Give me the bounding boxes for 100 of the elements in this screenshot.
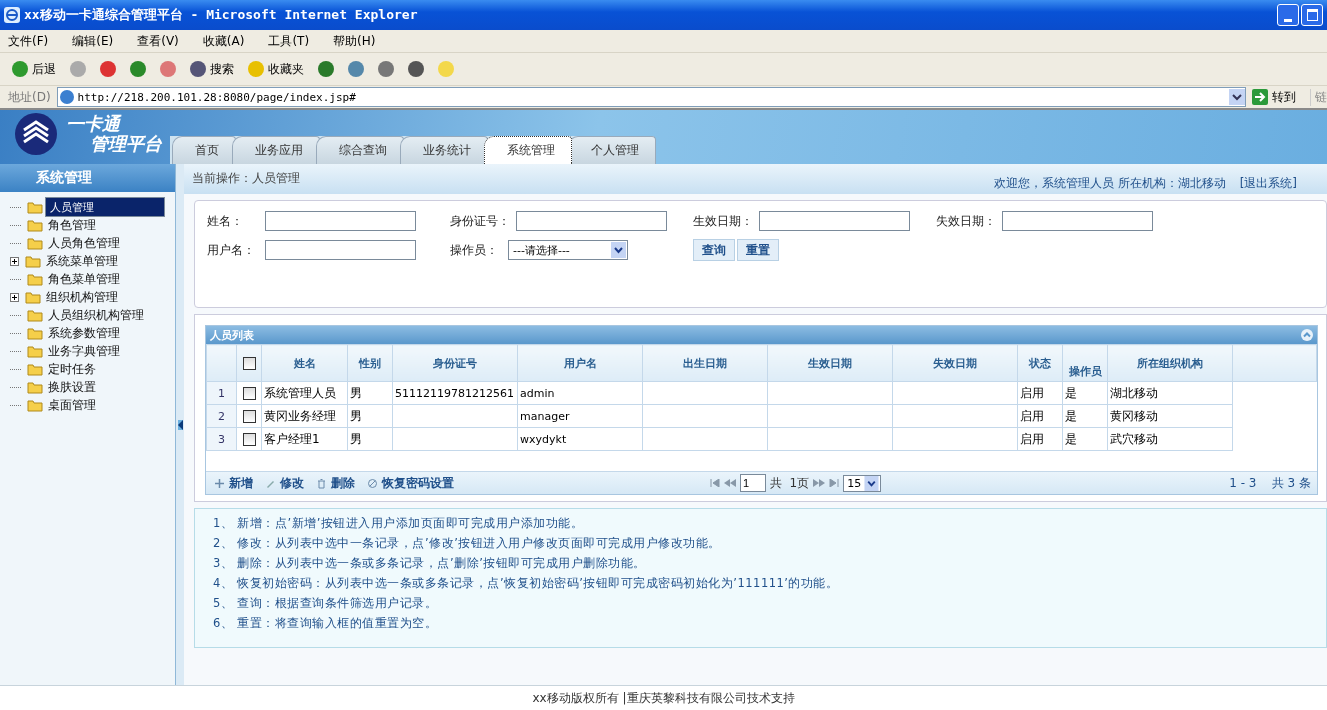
menu-item[interactable]: 查看(V): [135, 32, 181, 50]
field-label: 用户名：: [207, 241, 256, 259]
table-cell: 51112119781212561: [392, 381, 518, 405]
folder-icon: [27, 380, 43, 394]
next-page-icon[interactable]: [813, 479, 826, 487]
help-text: 6、 重置：将查询输入框的值重置为空。: [213, 615, 439, 632]
toolbar-button[interactable]: 收藏夹: [244, 58, 308, 80]
row-checkbox[interactable]: [242, 410, 256, 423]
field-label: 操作员：: [450, 241, 499, 259]
tree-item[interactable]: 角色管理: [45, 216, 99, 234]
circle-slash-icon: [367, 477, 378, 489]
logo-text: 管理平台: [89, 134, 162, 154]
folder-icon: [27, 272, 43, 286]
nav-tab[interactable]: 系统管理: [484, 136, 572, 164]
folder-icon: [27, 326, 43, 340]
menu-item[interactable]: 帮助(H): [331, 32, 378, 50]
column-header: 状态: [1017, 344, 1063, 382]
form-button[interactable]: 查询: [693, 239, 735, 261]
table-cell: 湖北移动: [1107, 381, 1233, 405]
tree-item[interactable]: 定时任务: [45, 360, 99, 378]
page-total: 共 1页: [770, 474, 810, 492]
prev-page-icon[interactable]: [724, 479, 736, 487]
row-checkbox[interactable]: [242, 433, 256, 446]
table-cell: 是: [1062, 427, 1108, 451]
tree-item[interactable]: 角色菜单管理: [45, 270, 123, 288]
table-cell: 系统管理人员: [261, 381, 348, 405]
input-field[interactable]: [516, 211, 667, 231]
page-input[interactable]: 1: [740, 474, 766, 492]
collapse-icon[interactable]: [1301, 329, 1313, 341]
tree-item[interactable]: 人员组织机构管理: [45, 306, 147, 324]
input-field[interactable]: [265, 240, 416, 260]
input-field[interactable]: [759, 211, 910, 231]
action-button[interactable]: 修改: [263, 474, 306, 492]
expand-icon[interactable]: [10, 256, 19, 266]
sidebar-title: 系统管理: [0, 164, 175, 192]
window-title: xx移动一卡通综合管理平台 - Microsoft Internet Explorer: [24, 6, 418, 24]
dropdown-icon[interactable]: [864, 475, 880, 491]
menu-item[interactable]: 工具(T): [266, 32, 312, 50]
folder-icon: [27, 398, 43, 412]
field-label: 生效日期：: [693, 212, 753, 230]
row-checkbox[interactable]: [242, 387, 256, 400]
column-header: 失效日期: [892, 344, 1018, 382]
first-page-icon[interactable]: [710, 479, 720, 487]
column-header: 身份证号: [392, 344, 518, 382]
nav-tab[interactable]: 综合查询: [316, 136, 404, 164]
action-button[interactable]: 恢复密码设置: [365, 474, 456, 492]
operator-select[interactable]: ---请选择---: [508, 240, 628, 260]
page-icon: [59, 90, 74, 104]
go-button[interactable]: 转到: [1252, 88, 1304, 106]
tree-item[interactable]: 桌面管理: [45, 396, 99, 414]
input-field[interactable]: [265, 211, 416, 231]
logo-icon: [14, 112, 58, 156]
page-size-select[interactable]: 15: [843, 474, 882, 492]
input-field[interactable]: [1002, 211, 1153, 231]
last-page-icon[interactable]: [829, 479, 840, 487]
tree-item[interactable]: 业务字典管理: [45, 342, 123, 360]
form-button[interactable]: 重置: [737, 239, 779, 261]
tree-item[interactable]: 人员管理: [45, 197, 165, 217]
browser-icon: [4, 7, 20, 23]
plus-icon: [214, 477, 225, 489]
dropdown-icon[interactable]: [611, 242, 626, 258]
menu-item[interactable]: 收藏(A): [200, 32, 247, 50]
row-number: 1: [206, 381, 237, 405]
tree-item[interactable]: 系统菜单管理: [43, 252, 121, 270]
menu-item[interactable]: 编辑(E): [70, 32, 116, 50]
menu-item[interactable]: 文件(F): [6, 32, 51, 50]
folder-icon: [27, 218, 43, 232]
arrow-icon: [1252, 89, 1268, 105]
collapse-handle[interactable]: [176, 164, 184, 685]
help-text: 4、 恢复初始密码：从列表中选一条或多条记录，点’恢复初始密码’按钮即可完成密码初始化为’111111’的功能。: [213, 575, 840, 592]
table-cell: admin: [517, 381, 643, 405]
toolbar-button[interactable]: 后退: [8, 58, 60, 80]
tree-item[interactable]: 组织机构管理: [43, 288, 121, 306]
tree-item[interactable]: 系统参数管理: [45, 324, 123, 342]
help-text: 1、 新增：点’新增’按钮进入用户添加页面即可完成用户添加功能。: [213, 515, 585, 532]
row-number: 2: [206, 404, 237, 428]
table-cell: 是: [1062, 404, 1108, 428]
action-button[interactable]: 删除: [314, 474, 357, 492]
tree-item[interactable]: 换肤设置: [45, 378, 99, 396]
action-button[interactable]: 新增: [212, 474, 255, 492]
toolbar-button[interactable]: 搜索: [186, 58, 238, 80]
minimize-button[interactable]: [1277, 4, 1299, 26]
address-field[interactable]: http://218.200.101.28:8080/page/index.jsp#: [56, 87, 1246, 107]
select-all-checkbox[interactable]: [242, 356, 256, 370]
trash-icon: [316, 477, 327, 489]
logout-link[interactable]: [退出系统]: [1239, 175, 1297, 192]
nav-tab[interactable]: 业务应用: [232, 136, 320, 164]
expand-icon[interactable]: [10, 292, 19, 302]
column-header: 操作员: [1062, 344, 1108, 382]
folder-icon: [25, 254, 41, 268]
field-label: 姓名：: [207, 212, 244, 230]
dropdown-icon[interactable]: [1229, 89, 1245, 105]
help-text: 5、 查询：根据查询条件筛选用户记录。: [213, 595, 439, 612]
tree-item[interactable]: 人员角色管理: [45, 234, 123, 252]
maximize-button[interactable]: [1301, 4, 1323, 26]
nav-tab[interactable]: 业务统计: [400, 136, 488, 164]
column-header: 用户名: [517, 344, 643, 382]
nav-tab[interactable]: 首页: [172, 136, 236, 164]
folder-icon: [27, 236, 43, 250]
folder-icon: [27, 200, 43, 214]
